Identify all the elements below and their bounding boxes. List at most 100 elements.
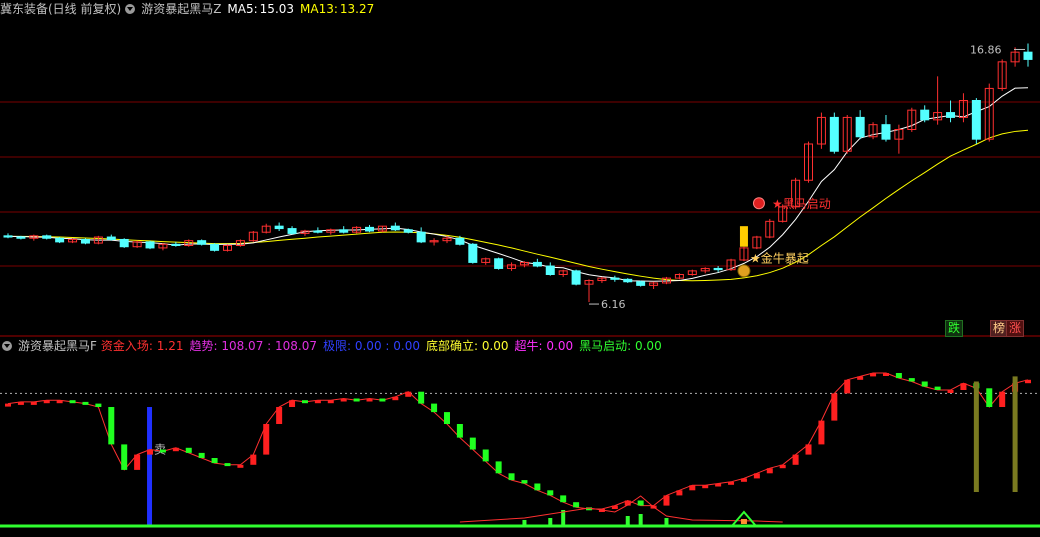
trend-bar-57 <box>740 478 747 482</box>
trend-bar-67 <box>870 373 877 377</box>
trend-bar-10 <box>134 454 141 470</box>
candle-body-6 <box>80 238 90 244</box>
trend-bar-35 <box>456 424 463 438</box>
trend-bar-13 <box>172 447 179 452</box>
candle-body-73 <box>946 112 956 118</box>
candle-body-3 <box>42 235 52 239</box>
trend-bar-27 <box>353 398 360 402</box>
candle-body-64 <box>829 116 839 152</box>
candle-body-79 <box>1023 51 1033 60</box>
trend-bar-70 <box>908 378 915 382</box>
candle-body-26 <box>339 229 349 233</box>
olive-bar-1 <box>1012 376 1018 492</box>
trend-bar-36 <box>469 437 476 450</box>
trend-bar-6 <box>82 401 89 405</box>
trend-bar-29 <box>379 398 386 402</box>
trend-bar-53 <box>689 485 696 491</box>
trend-bar-49 <box>637 500 644 506</box>
trend-bar-4 <box>56 400 63 404</box>
candle-body-1 <box>16 236 26 239</box>
candle-body-42 <box>545 265 555 275</box>
trend-bar-73 <box>947 390 954 393</box>
trend-bar-34 <box>443 412 450 424</box>
candle-body-15 <box>197 240 207 245</box>
candle-body-32 <box>416 231 426 243</box>
trend-bar-7 <box>95 403 102 407</box>
candle-body-13 <box>171 243 181 247</box>
trend-bar-15 <box>198 452 205 458</box>
trend-bar-19 <box>250 454 257 465</box>
trend-bar-37 <box>482 449 489 462</box>
trend-bar-25 <box>327 400 334 404</box>
trend-bar-23 <box>301 400 308 404</box>
orange-marker <box>740 519 747 524</box>
trend-bar-43 <box>560 495 567 503</box>
trend-bar-33 <box>431 403 438 413</box>
trend-bar-31 <box>405 391 412 397</box>
trend-bar-40 <box>521 480 528 484</box>
trend-bar-44 <box>573 502 580 508</box>
trend-bar-16 <box>211 458 218 464</box>
trend-bar-0 <box>5 403 11 407</box>
trend-bar-18 <box>237 464 244 468</box>
candle-body-38 <box>494 258 504 269</box>
trend-bar-77 <box>999 391 1006 407</box>
stock-chart[interactable]: 16.866.16★黑马启动★金牛暴起卖 <box>0 0 1040 537</box>
candle-body-22 <box>287 228 297 234</box>
trend-bar-72 <box>934 386 941 390</box>
fund-spike-4 <box>638 514 643 526</box>
candle-body-28 <box>365 226 375 232</box>
candle-body-0 <box>3 235 13 238</box>
trend-bar-60 <box>779 464 786 469</box>
trend-bar-51 <box>663 495 670 506</box>
badge-die[interactable]: 跌 <box>945 320 964 337</box>
trend-bar-47 <box>611 505 618 509</box>
badge-zhang[interactable]: 涨 <box>1006 320 1025 337</box>
trend-bar-76 <box>986 388 993 407</box>
candle-body-48 <box>623 278 633 283</box>
high-price-label: 16.86 <box>970 43 1002 56</box>
candle-body-66 <box>855 116 865 138</box>
signal-bar <box>739 226 748 247</box>
candle-body-11 <box>145 241 155 249</box>
money-bag-icon <box>737 264 751 278</box>
red-ball-icon <box>752 197 765 210</box>
trend-bar-61 <box>792 454 799 465</box>
trend-bar-58 <box>753 473 760 479</box>
trend-bar-5 <box>69 400 76 404</box>
trend-bar-9 <box>121 444 128 470</box>
trend-bar-2 <box>30 401 37 405</box>
candle-body-49 <box>636 281 646 286</box>
trend-bar-11 <box>147 449 154 455</box>
red-wave-line <box>459 495 783 523</box>
fund-spike-5 <box>664 518 669 526</box>
trend-bar-71 <box>921 381 928 387</box>
trend-bar-26 <box>340 398 347 402</box>
trend-bar-79 <box>1025 379 1031 384</box>
candle-body-36 <box>468 243 478 263</box>
trend-bar-64 <box>831 393 838 421</box>
ma5-line <box>7 87 1029 282</box>
trend-bar-63 <box>818 420 825 445</box>
candle-body-16 <box>210 243 220 251</box>
fund-spike-0 <box>522 520 527 526</box>
candle-body-8 <box>106 236 116 240</box>
trend-bar-30 <box>392 396 399 401</box>
trend-bar-69 <box>895 373 902 379</box>
trend-bar-22 <box>289 400 296 407</box>
trend-bar-17 <box>224 463 231 467</box>
trend-bar-3 <box>43 400 50 404</box>
candle-body-55 <box>713 267 723 271</box>
fund-spike-1 <box>548 518 553 526</box>
trend-bar-8 <box>108 407 115 445</box>
trend-bar-54 <box>702 485 709 489</box>
trend-bar-42 <box>547 490 554 496</box>
fund-spike-3 <box>625 516 630 526</box>
candle-body-71 <box>920 109 930 121</box>
trend-bar-1 <box>17 401 24 405</box>
trend-bar-55 <box>715 483 722 487</box>
heima-label: ★黑马启动 <box>772 197 831 211</box>
ma13-line <box>8 129 1029 282</box>
trend-bar-66 <box>857 376 864 380</box>
trend-bar-14 <box>185 447 192 453</box>
